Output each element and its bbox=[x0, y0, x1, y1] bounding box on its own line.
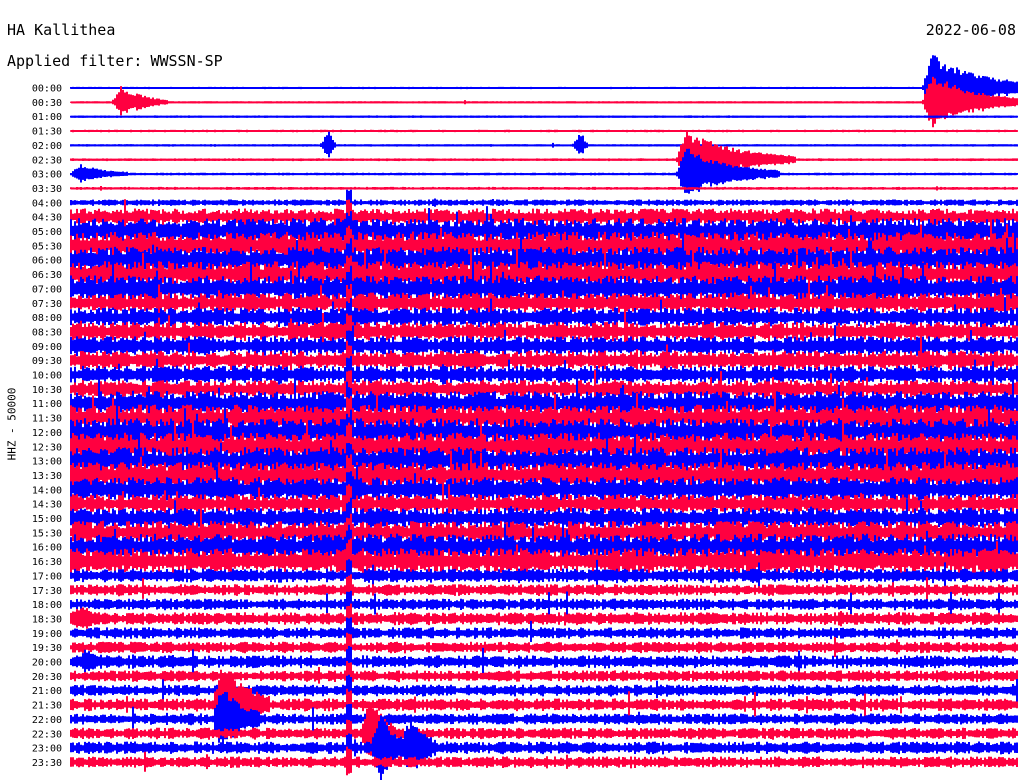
time-tick-label: 07:00 bbox=[32, 284, 62, 295]
time-tick-label: 15:00 bbox=[32, 514, 62, 525]
time-tick-label: 19:30 bbox=[32, 643, 62, 654]
seismic-trace bbox=[70, 715, 1018, 780]
time-tick-label: 00:00 bbox=[32, 84, 62, 95]
time-tick-label: 18:30 bbox=[32, 614, 62, 625]
seismic-trace bbox=[70, 76, 1018, 128]
time-tick-label: 03:00 bbox=[32, 170, 62, 181]
time-tick-label: 06:00 bbox=[32, 256, 62, 267]
time-tick-label: 17:30 bbox=[32, 586, 62, 597]
time-tick-label: 20:00 bbox=[32, 658, 62, 669]
time-tick-label: 22:00 bbox=[32, 715, 62, 726]
time-tick-label: 03:30 bbox=[32, 184, 62, 195]
time-tick-label: 09:00 bbox=[32, 342, 62, 353]
time-tick-label: 22:30 bbox=[32, 729, 62, 740]
time-tick-label: 11:00 bbox=[32, 399, 62, 410]
time-tick-label: 23:00 bbox=[32, 744, 62, 755]
time-tick-label: 11:30 bbox=[32, 414, 62, 425]
trace-group bbox=[70, 55, 1018, 780]
time-tick-label: 05:00 bbox=[32, 227, 62, 238]
time-tick-label: 04:00 bbox=[32, 198, 62, 209]
time-tick-label: 14:30 bbox=[32, 500, 62, 511]
seismic-trace bbox=[70, 186, 1018, 191]
time-tick-label: 01:30 bbox=[32, 127, 62, 138]
time-tick-label: 19:00 bbox=[32, 629, 62, 640]
time-tick-label: 08:30 bbox=[32, 327, 62, 338]
time-tick-label: 06:30 bbox=[32, 270, 62, 281]
time-tick-label: 14:00 bbox=[32, 485, 62, 496]
time-tick-label: 01:00 bbox=[32, 112, 62, 123]
time-tick-label: 20:30 bbox=[32, 672, 62, 683]
time-tick-label: 16:30 bbox=[32, 557, 62, 568]
time-tick-label: 10:30 bbox=[32, 385, 62, 396]
helicorder-plot: 00:00 00:30 01:00 01:30 02:00 02:30 03:00 03:30… bbox=[32, 55, 1018, 780]
time-tick-label: 16:00 bbox=[32, 543, 62, 554]
time-tick-label: 18:00 bbox=[32, 600, 62, 611]
seismic-trace bbox=[70, 132, 1018, 185]
time-tick-label: 09:30 bbox=[32, 356, 62, 367]
time-tick-label: 13:00 bbox=[32, 457, 62, 468]
time-tick-label: 02:30 bbox=[32, 155, 62, 166]
tick-label-group: 00:00 00:30 01:00 01:30 02:00 02:30 03:00 03:30… bbox=[32, 84, 62, 769]
time-tick-label: 12:30 bbox=[32, 442, 62, 453]
time-tick-label: 13:30 bbox=[32, 471, 62, 482]
time-tick-label: 17:00 bbox=[32, 571, 62, 582]
time-tick-label: 12:00 bbox=[32, 428, 62, 439]
time-tick-label: 21:00 bbox=[32, 686, 62, 697]
seismic-trace bbox=[70, 55, 1018, 120]
time-tick-label: 07:30 bbox=[32, 299, 62, 310]
seismic-trace bbox=[70, 148, 1018, 194]
time-tick-label: 08:00 bbox=[32, 313, 62, 324]
time-tick-label: 10:00 bbox=[32, 371, 62, 382]
time-tick-label: 05:30 bbox=[32, 241, 62, 252]
time-tick-label: 04:30 bbox=[32, 213, 62, 224]
time-tick-label: 21:30 bbox=[32, 701, 62, 712]
time-tick-label: 23:30 bbox=[32, 758, 62, 769]
time-tick-label: 15:30 bbox=[32, 528, 62, 539]
time-tick-label: 00:30 bbox=[32, 98, 62, 109]
time-tick-label: 02:00 bbox=[32, 141, 62, 152]
